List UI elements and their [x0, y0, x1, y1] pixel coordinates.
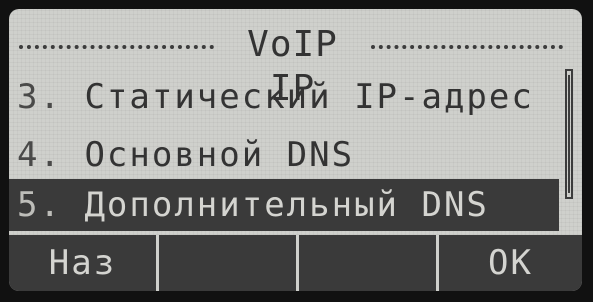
ok-button[interactable]: OK: [439, 235, 582, 291]
menu-item-number: 4.: [17, 135, 62, 175]
menu-item-secondary-dns[interactable]: 5. Дополнительный DNS: [9, 179, 559, 231]
menu-item-static-ip[interactable]: 3. Статический IP-адрес: [9, 69, 559, 125]
menu-item-label: Основной DNS: [84, 135, 355, 175]
softkey-2[interactable]: [159, 235, 299, 291]
menu-item-label: Статический IP-адрес: [84, 77, 534, 117]
title-divider-left: [19, 45, 214, 49]
screen-header: VoIP IP: [9, 21, 582, 109]
title-divider-right: [371, 45, 563, 49]
device-bezel: VoIP IP 3. Статический IP-адрес 4. Основ…: [0, 0, 593, 302]
menu-item-primary-dns[interactable]: 4. Основной DNS: [9, 127, 559, 183]
scrollbar[interactable]: [565, 69, 573, 199]
softkey-3[interactable]: [299, 235, 439, 291]
back-button[interactable]: Наз: [9, 235, 159, 291]
menu-item-label: Дополнительный DNS: [84, 185, 489, 225]
scrollbar-thumb[interactable]: [568, 75, 570, 193]
lcd-screen: VoIP IP 3. Статический IP-адрес 4. Основ…: [9, 9, 582, 291]
menu-item-number: 5.: [17, 185, 62, 225]
softkey-bar: Наз OK: [9, 235, 582, 291]
menu-item-number: 3.: [17, 77, 62, 117]
